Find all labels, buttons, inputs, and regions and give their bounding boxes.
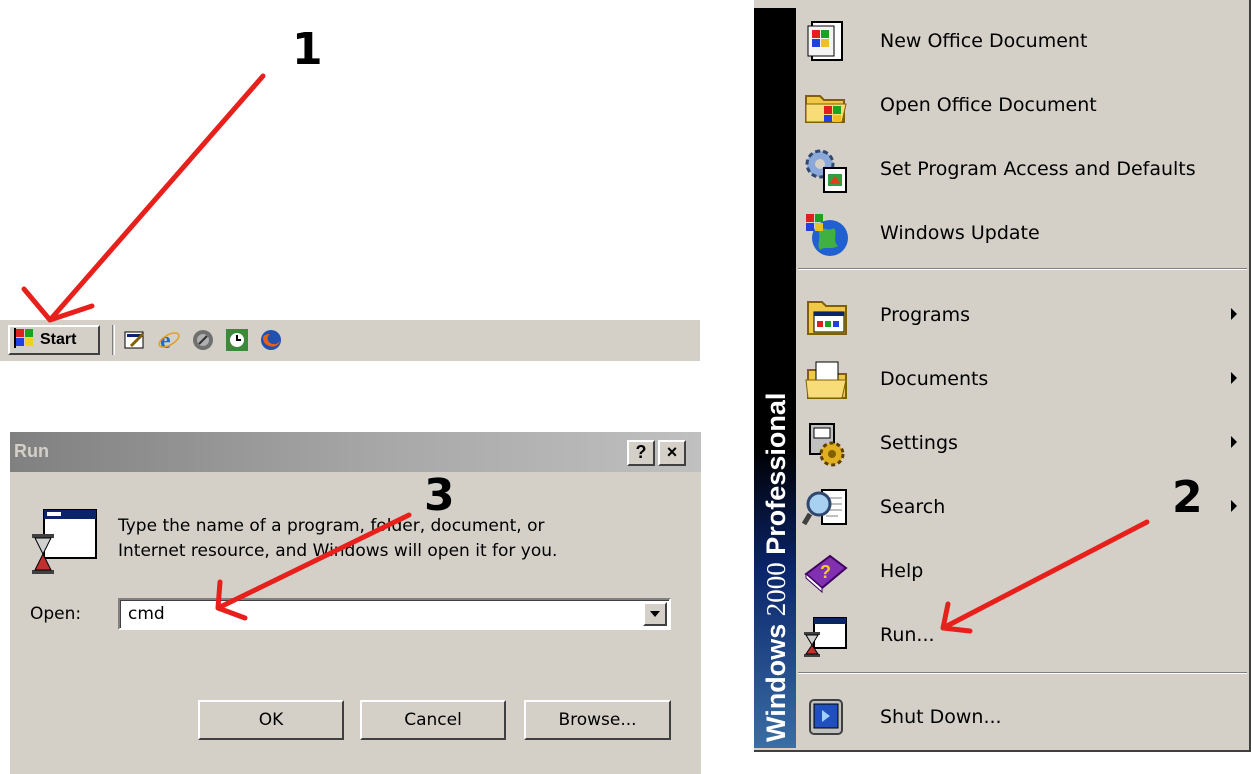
menu-item-label: Windows Update xyxy=(880,222,1040,244)
menu-item-label: Run... xyxy=(880,624,935,646)
start-label: Start xyxy=(40,331,77,348)
taskbar-separator xyxy=(112,325,115,355)
menu-item-open-office-document[interactable]: Open Office Document xyxy=(796,74,1249,136)
programs-icon xyxy=(802,292,850,340)
help-icon: ? xyxy=(802,548,850,596)
menu-item-set-program-access[interactable]: Set Program Access and Defaults xyxy=(796,138,1249,200)
close-button[interactable]: × xyxy=(658,440,686,466)
run-program-icon xyxy=(30,508,100,582)
run-description: Type the name of a program, folder, docu… xyxy=(118,514,658,564)
help-button[interactable]: ? xyxy=(627,440,655,466)
menu-item-settings[interactable]: Settings xyxy=(796,412,1249,474)
open-input[interactable]: cmd xyxy=(128,604,165,624)
firefox-icon[interactable] xyxy=(258,327,284,353)
search-icon xyxy=(801,484,850,532)
banner-text: Windows 2000 Professional xyxy=(761,392,791,742)
dropdown-arrow-button[interactable] xyxy=(643,602,667,626)
quick-launch-bar: e xyxy=(122,327,284,353)
show-desktop-icon[interactable] xyxy=(122,327,148,353)
windows-update-icon xyxy=(802,210,850,258)
description-line-2: Internet resource, and Windows will open… xyxy=(118,541,558,561)
menu-item-label: Set Program Access and Defaults xyxy=(880,158,1196,180)
open-combobox[interactable]: cmd xyxy=(118,598,671,630)
menu-item-run[interactable]: Run... xyxy=(796,604,1249,666)
ok-button[interactable]: OK xyxy=(198,700,344,740)
menu-item-label: Settings xyxy=(880,432,958,454)
browse-button[interactable]: Browse... xyxy=(524,700,671,740)
menu-item-shut-down[interactable]: Shut Down... xyxy=(796,686,1249,748)
start-menu: Windows 2000 Professional New Office Doc… xyxy=(754,0,1251,752)
arrow-1 xyxy=(21,73,266,323)
windows-flag-icon xyxy=(14,328,36,352)
open-label: Open: xyxy=(30,604,82,624)
menu-item-label: Open Office Document xyxy=(880,94,1097,116)
cancel-button[interactable]: Cancel xyxy=(360,700,506,740)
menu-item-label: Shut Down... xyxy=(880,706,1002,728)
media-icon[interactable] xyxy=(190,327,216,353)
step-2-number: 2 xyxy=(1172,472,1203,523)
menu-item-help[interactable]: ? Help xyxy=(796,540,1249,602)
submenu-arrow-icon xyxy=(1231,308,1237,320)
step-1-number: 1 xyxy=(292,24,323,75)
internet-explorer-icon[interactable]: e xyxy=(156,327,182,353)
menu-item-windows-update[interactable]: Windows Update xyxy=(796,202,1249,264)
svg-text:?: ? xyxy=(820,562,831,582)
shut-down-icon xyxy=(802,694,850,742)
menu-item-documents[interactable]: Documents xyxy=(796,348,1249,410)
menu-separator xyxy=(798,268,1247,270)
start-menu-banner: Windows 2000 Professional xyxy=(754,8,796,748)
start-button[interactable]: Start xyxy=(8,325,100,355)
menu-item-label: New Office Document xyxy=(880,30,1088,52)
menu-item-label: Programs xyxy=(880,304,971,326)
new-office-document-icon xyxy=(802,18,850,66)
open-office-document-icon xyxy=(802,82,850,130)
description-line-1: Type the name of a program, folder, docu… xyxy=(118,516,545,536)
menu-separator xyxy=(798,672,1247,674)
menu-item-label: Help xyxy=(880,560,924,582)
submenu-arrow-icon xyxy=(1231,500,1237,512)
run-icon xyxy=(802,612,850,660)
window-title: Run xyxy=(14,441,49,461)
documents-icon xyxy=(802,356,850,404)
run-dialog: Run ? × Type the name of a program, fold… xyxy=(8,430,701,774)
submenu-arrow-icon xyxy=(1231,372,1237,384)
title-bar[interactable]: Run ? × xyxy=(10,432,701,472)
menu-item-label: Documents xyxy=(880,368,989,390)
step-3-number: 3 xyxy=(424,470,455,521)
menu-item-new-office-document[interactable]: New Office Document xyxy=(796,10,1249,72)
clock-app-icon[interactable] xyxy=(224,327,250,353)
settings-icon xyxy=(802,420,850,468)
taskbar: Start e xyxy=(0,318,700,361)
chevron-down-icon xyxy=(650,611,660,617)
menu-item-programs[interactable]: Programs xyxy=(796,284,1249,346)
program-access-icon xyxy=(802,146,850,194)
menu-item-label: Search xyxy=(880,496,946,518)
submenu-arrow-icon xyxy=(1231,436,1237,448)
